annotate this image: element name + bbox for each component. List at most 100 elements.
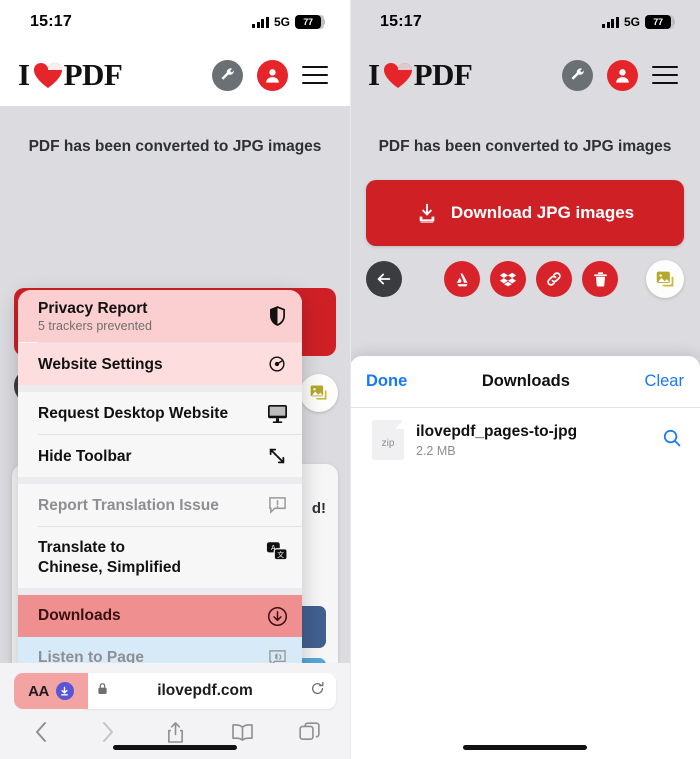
downloads-sheet-header: Done Downloads Clear [350,356,700,408]
svg-text:文: 文 [277,550,284,559]
download-tray-icon [416,202,438,224]
url-row: AA ilovepdf.com [0,663,350,709]
download-file-name: ilovepdf_pages-to-jpg [416,422,578,440]
download-jpg-images-button[interactable]: Download JPG images [366,180,684,246]
clear-button[interactable]: Clear [645,372,684,391]
cellular-signal-icon [602,16,619,28]
panel-divider [350,0,351,759]
download-arrow-icon [55,682,74,700]
expand-arrows-icon [266,445,288,467]
desktop-monitor-icon [266,402,288,424]
page-body-right: PDF has been converted to JPG images Dow… [350,106,700,759]
copy-link-button[interactable] [536,261,572,297]
behind-card-text: d! [311,500,326,517]
share-icon[interactable] [162,719,188,745]
speech-bubble-exclamation-icon [266,494,288,516]
zip-file-icon: zip [372,420,404,460]
url-text: ilovepdf.com [157,682,253,699]
download-file-size: 2.2 MB [416,443,456,458]
network-type-label: 5G [623,15,640,29]
translate-icon: A 文 [266,540,288,562]
wrench-icon[interactable] [212,59,243,91]
done-button[interactable]: Done [366,372,407,391]
site-header-right: I PDF [350,44,700,106]
menu-item-label: Downloads [38,607,121,625]
tabs-icon[interactable] [296,719,322,745]
converted-status-text: PDF has been converted to JPG images [28,138,322,155]
book-icon[interactable] [229,719,255,745]
menu-item-hide-toolbar[interactable]: Hide Toolbar [18,435,302,478]
user-account-icon[interactable] [257,59,288,91]
download-list-item[interactable]: zip ilovepdf_pages-to-jpg 2.2 MB [350,408,700,472]
status-time: 15:17 [30,13,72,30]
battery-percent: 77 [653,17,663,27]
menu-item-label: Translate to Chinese, Simplified [38,539,181,576]
home-indicator-right [463,745,587,750]
menu-item-label: Privacy Report [38,300,148,317]
site-header-left: I PDF [0,44,350,106]
ilovepdf-logo[interactable]: I PDF [18,57,123,93]
menu-item-report-translation-issue[interactable]: Report Translation Issue [18,484,302,527]
menu-item-label: Website Settings [38,355,163,373]
menu-group-gap [18,477,302,485]
zip-file-type-label: zip [381,437,395,449]
save-to-dropbox-button[interactable] [490,261,526,297]
reload-icon[interactable] [310,681,325,701]
ilovepdf-logo[interactable]: I PDF [368,57,473,93]
menu-item-request-desktop-website[interactable]: Request Desktop Website [18,392,302,435]
safari-toolbar [0,709,350,745]
status-bar-left: 15:17 5G 77 [0,0,350,44]
menu-item-label: Request Desktop Website [38,404,229,422]
image-stack-icon[interactable] [646,260,684,298]
network-type-label: 5G [273,15,290,29]
menu-group-gap [18,588,302,596]
menu-item-privacy-report[interactable]: Privacy Report 5 trackers prevented [18,290,302,343]
shield-icon [266,305,288,327]
hamburger-menu-icon[interactable] [652,66,678,84]
screenshot-stage: 15:17 5G 77 I PDF PDF has been converted… [0,0,700,759]
heart-icon [383,62,413,89]
delete-files-button[interactable] [582,261,618,297]
page-body-left: PDF has been converted to JPG images d! [0,106,350,759]
back-button[interactable] [366,261,402,297]
wrench-icon[interactable] [562,59,593,91]
menu-item-label: Report Translation Issue [38,496,219,514]
chevron-right-icon[interactable] [95,719,121,745]
converted-status-text: PDF has been converted to JPG images [378,138,672,155]
page-settings-aa-button[interactable]: AA [14,673,88,709]
menu-item-website-settings[interactable]: Website Settings [18,343,302,386]
battery-indicator: 77 [295,15,325,29]
downloads-sheet: Done Downloads Clear zip ilovepdf_pages-… [350,356,700,759]
battery-indicator: 77 [645,15,675,29]
file-action-row [350,260,700,298]
logo-prefix: I [18,57,30,92]
gear-icon [266,353,288,375]
status-time: 15:17 [380,13,422,30]
battery-percent: 77 [303,17,313,27]
download-button-label: Download JPG images [450,203,635,222]
cellular-signal-icon [252,16,269,28]
logo-suffix: PDF [413,57,473,92]
user-account-icon[interactable] [607,59,638,91]
aa-label: AA [28,682,49,700]
hamburger-menu-icon[interactable] [302,66,328,84]
menu-item-label: Hide Toolbar [38,447,132,465]
menu-group-gap [18,385,302,393]
url-address-field[interactable]: ilovepdf.com [79,673,336,709]
right-phone-panel: 15:17 5G 77 I PDF PDF has been converted… [350,0,700,759]
magnifier-icon[interactable] [662,428,682,453]
chevron-left-icon[interactable] [28,719,54,745]
save-to-google-drive-button[interactable] [444,261,480,297]
home-indicator-left [113,745,237,750]
image-stack-icon[interactable] [300,374,338,412]
left-phone-panel: 15:17 5G 77 I PDF PDF has been converted… [0,0,350,759]
menu-item-sublabel: 5 trackers prevented [38,319,152,334]
downloads-sheet-title: Downloads [481,372,570,390]
download-circle-icon [266,605,288,627]
status-bar-right: 15:17 5G 77 [350,0,700,44]
menu-item-downloads[interactable]: Downloads [18,595,302,638]
logo-prefix: I [368,57,380,92]
logo-suffix: PDF [63,57,123,92]
menu-item-translate-to[interactable]: Translate to Chinese, Simplified A 文 [18,527,302,589]
heart-icon [33,62,63,89]
